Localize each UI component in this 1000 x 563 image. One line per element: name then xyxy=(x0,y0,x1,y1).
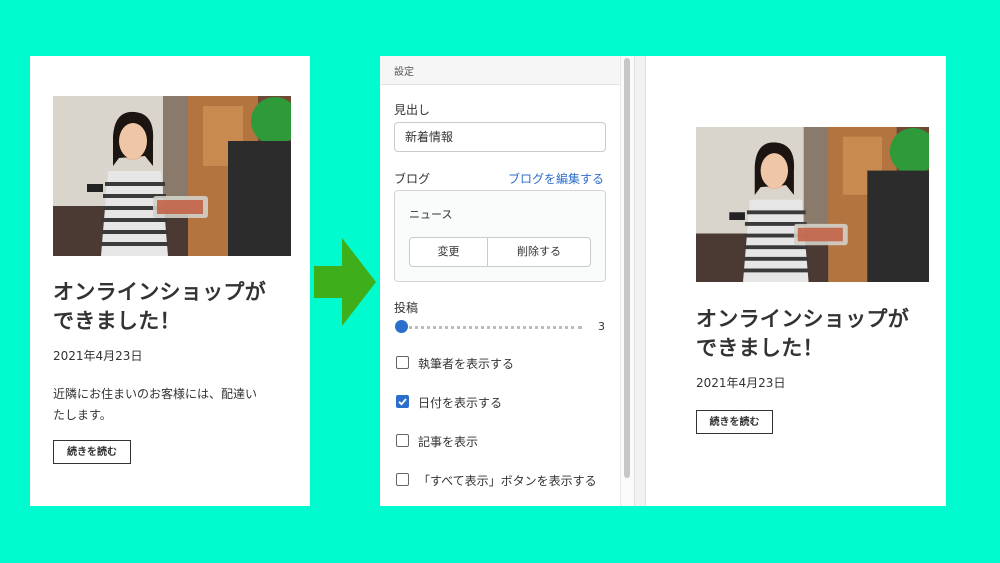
post-title: オンラインショップが できました！ xyxy=(53,278,266,336)
blog-name: ニュース xyxy=(409,208,453,221)
post-title-line-1: オンラインショップが xyxy=(696,307,909,331)
read-more-button[interactable]: 続きを読む xyxy=(696,410,773,434)
show-author-label: 執筆者を表示する xyxy=(418,357,515,371)
post-date: 2021年4月23日 xyxy=(696,376,786,390)
settings-panel: 設定 見出し 新着情報 ブログ ブログを編集する ニュース 変更 削除する 投稿… xyxy=(380,56,634,506)
edit-blog-link[interactable]: ブログを編集する xyxy=(508,170,604,187)
panel-divider xyxy=(634,56,646,506)
preview-card-before: オンラインショップが できました！ 2021年4月23日 近隣にお住まいのお客様… xyxy=(30,56,310,506)
blog-button-group: 変更 削除する xyxy=(409,237,591,267)
posts-slider-thumb[interactable] xyxy=(395,320,408,333)
show-content-checkbox[interactable] xyxy=(396,434,409,447)
post-title-line-1: オンラインショップが xyxy=(53,280,266,304)
delete-blog-button[interactable]: 削除する xyxy=(488,238,590,266)
arrow-right-icon xyxy=(314,238,376,326)
preview-card-after: オンラインショップが できました！ 2021年4月23日 続きを読む xyxy=(646,56,946,506)
photo-illustration xyxy=(696,127,929,282)
photo-illustration xyxy=(53,96,291,256)
scrollbar-thumb[interactable] xyxy=(624,58,630,478)
post-excerpt-line-1: 近隣にお住まいのお客様には、配達い xyxy=(53,387,258,401)
post-photo xyxy=(53,96,291,256)
checkmark-icon xyxy=(397,397,407,406)
show-view-all-label: 「すべて表示」ボタンを表示する xyxy=(418,474,597,488)
posts-label: 投稿 xyxy=(394,301,419,315)
read-more-button[interactable]: 続きを読む xyxy=(53,440,131,464)
post-date: 2021年4月23日 xyxy=(53,349,143,363)
show-date-checkbox[interactable] xyxy=(396,395,409,408)
show-content-label: 記事を表示 xyxy=(418,435,479,449)
heading-label: 見出し xyxy=(394,103,431,117)
heading-input[interactable]: 新着情報 xyxy=(394,122,606,152)
change-blog-button[interactable]: 変更 xyxy=(410,238,488,266)
settings-scrollbar[interactable] xyxy=(620,56,634,506)
settings-header-title: 設定 xyxy=(394,67,414,78)
post-excerpt: 近隣にお住まいのお客様には、配達い たします。 xyxy=(53,384,257,426)
show-date-label: 日付を表示する xyxy=(418,396,503,410)
show-author-checkbox[interactable] xyxy=(396,356,409,369)
posts-slider-track[interactable] xyxy=(402,326,582,329)
blog-label: ブログ xyxy=(394,172,431,186)
post-title-line-2: できました！ xyxy=(53,309,181,333)
post-excerpt-line-2: たします。 xyxy=(53,408,112,422)
post-title-line-2: できました！ xyxy=(696,336,824,360)
settings-header: 設定 xyxy=(380,56,620,85)
show-view-all-checkbox[interactable] xyxy=(396,473,409,486)
post-photo xyxy=(696,127,929,282)
post-title: オンラインショップが できました！ xyxy=(696,305,909,363)
posts-count: 3 xyxy=(598,320,605,333)
blog-selector-box: ニュース 変更 削除する xyxy=(394,190,606,282)
